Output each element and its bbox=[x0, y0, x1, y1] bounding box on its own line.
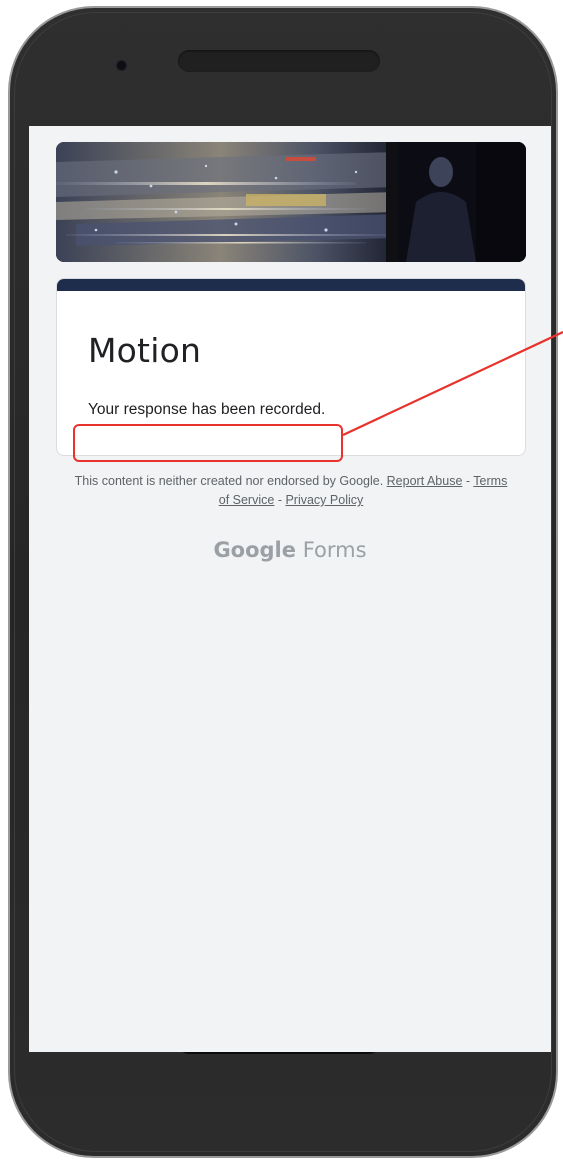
screen: Motion Your response has been recorded. … bbox=[29, 126, 551, 1052]
link-separator: - bbox=[462, 474, 474, 488]
footer-disclaimer: This content is neither created nor endo… bbox=[69, 472, 513, 510]
card-accent-bar bbox=[57, 279, 525, 291]
form-title: Motion bbox=[88, 331, 202, 370]
privacy-policy-link[interactable]: Privacy Policy bbox=[285, 493, 363, 507]
google-forms-logo[interactable]: Google Forms bbox=[29, 538, 551, 562]
link-separator: - bbox=[274, 493, 286, 507]
brand-google: Google bbox=[213, 538, 297, 562]
report-abuse-link[interactable]: Report Abuse bbox=[387, 474, 463, 488]
confirmation-message: Your response has been recorded. bbox=[88, 401, 326, 418]
annotation-highlight-box bbox=[73, 424, 343, 462]
brand-forms: Forms bbox=[302, 538, 367, 562]
disclaimer-text: This content is neither created nor endo… bbox=[74, 474, 384, 488]
camera-icon bbox=[116, 60, 127, 71]
speaker-grille bbox=[178, 50, 380, 72]
header-banner-image bbox=[56, 142, 526, 262]
